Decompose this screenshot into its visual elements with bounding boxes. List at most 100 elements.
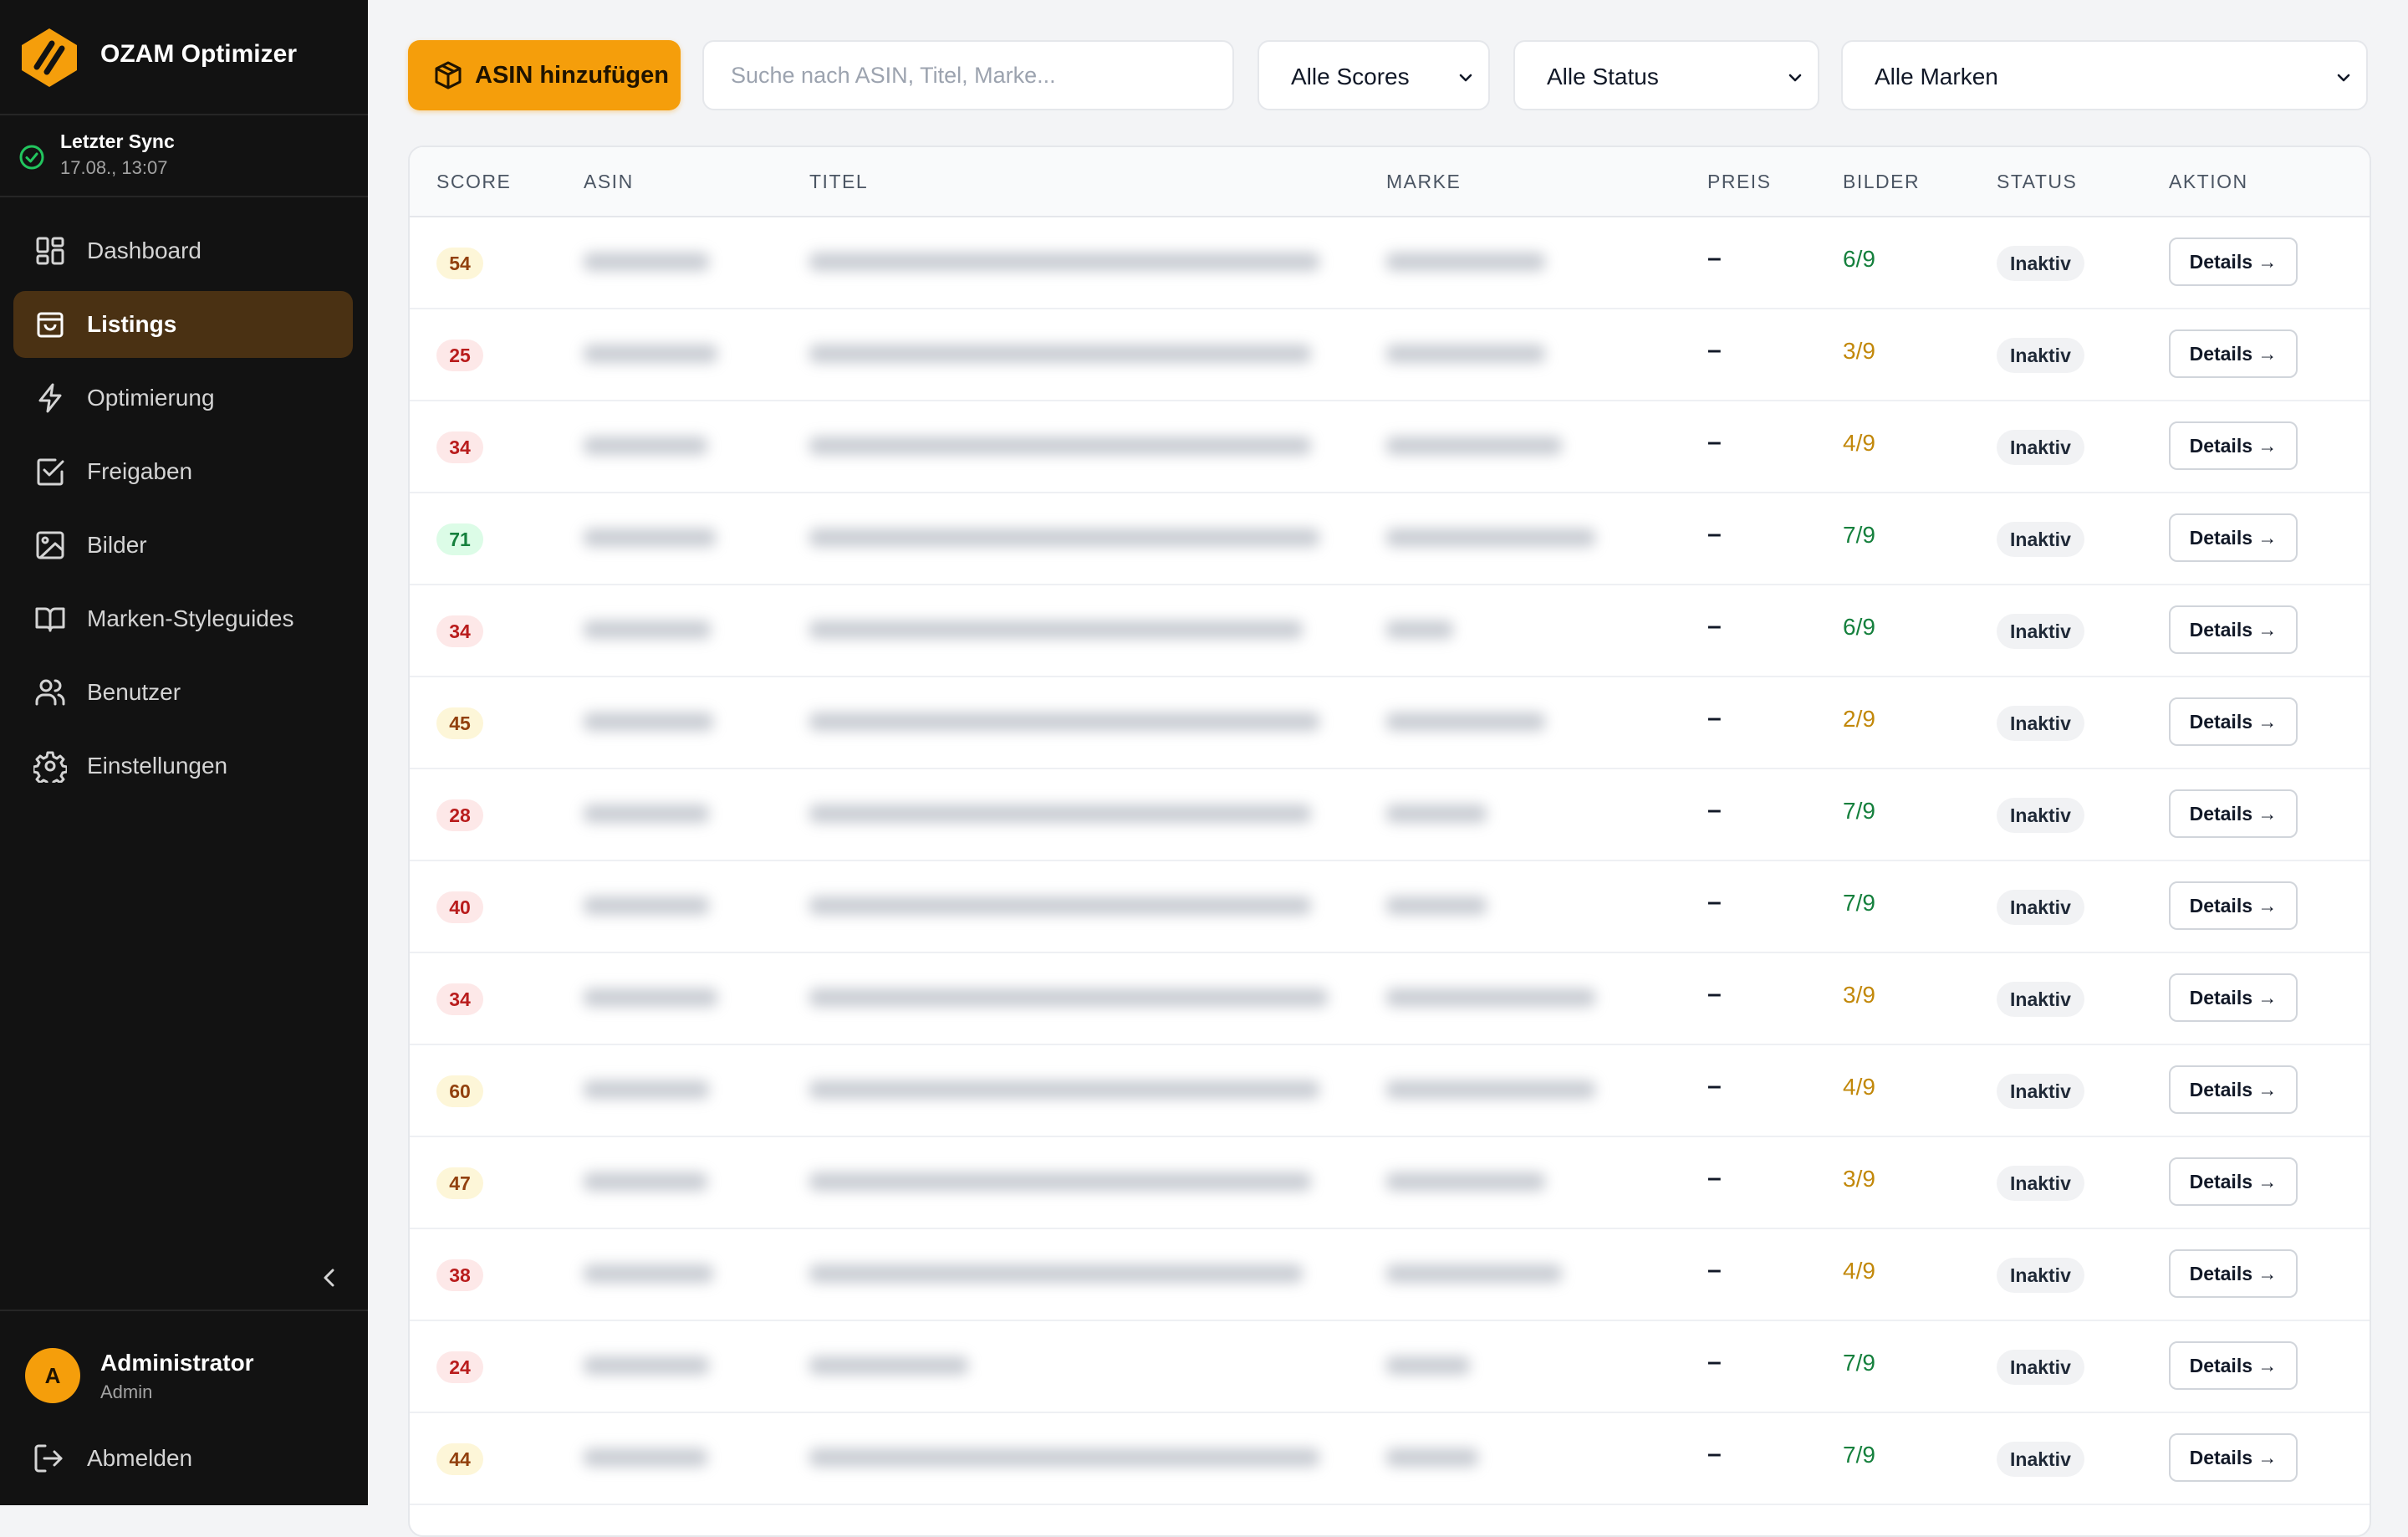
logout-label: Abmelden [87, 1445, 193, 1471]
brand-filter-select[interactable]: Alle Marken [1841, 40, 2368, 110]
nav-item-dashboard[interactable]: Dashboard [13, 217, 353, 284]
brand-redacted [1386, 896, 1487, 915]
status-badge: Inaktiv [1997, 522, 2084, 557]
sidebar: OZAM Optimizer Letzter Sync 17.08., 13:0… [0, 0, 368, 1505]
check-circle-icon [19, 145, 44, 170]
details-button[interactable]: Details → [2169, 1065, 2298, 1114]
column-header-status[interactable]: STATUS [1997, 171, 2077, 193]
nav-item-einstellungen[interactable]: Einstellungen [13, 733, 353, 799]
details-button[interactable]: Details → [2169, 697, 2298, 746]
details-button[interactable]: Details → [2169, 1433, 2298, 1482]
nav-label: Listings [87, 311, 177, 337]
score-badge: 60 [436, 1075, 483, 1107]
title-redacted [809, 712, 1319, 731]
table-row[interactable]: 34 – 6/9 Inaktiv Details → [410, 584, 2370, 677]
table-row[interactable]: 24 – 7/9 Inaktiv Details → [410, 1320, 2370, 1413]
table-row[interactable]: 54 – 6/9 Inaktiv Details → [410, 216, 2370, 309]
table-row[interactable]: 40 – 7/9 Inaktiv Details → [410, 860, 2370, 953]
asin-redacted [584, 529, 716, 547]
images-count: 4/9 [1843, 430, 1875, 456]
column-header-score[interactable]: SCORE [436, 171, 511, 193]
nav-label: Dashboard [87, 237, 202, 263]
score-badge: 38 [436, 1259, 483, 1291]
details-button[interactable]: Details → [2169, 789, 2298, 838]
details-button[interactable]: Details → [2169, 513, 2298, 562]
listings-table: SCORE ASIN TITEL MARKE PREIS BILDER STAT… [408, 146, 2371, 1537]
score-filter-select[interactable]: Alle Scores [1258, 40, 1490, 110]
table-row[interactable]: 71 – 7/9 Inaktiv Details → [410, 492, 2370, 585]
add-asin-button[interactable]: ASIN hinzufügen [408, 40, 681, 110]
images-count: 6/9 [1843, 246, 1875, 272]
details-button[interactable]: Details → [2169, 1249, 2298, 1298]
table-row[interactable]: 45 – 2/9 Inaktiv Details → [410, 676, 2370, 769]
nav-label: Einstellungen [87, 753, 228, 779]
user-panel: A Administrator Admin Abmelden [0, 1310, 368, 1507]
details-button[interactable]: Details → [2169, 329, 2298, 378]
table-row[interactable]: 47 – 3/9 Inaktiv Details → [410, 1136, 2370, 1229]
images-count: 3/9 [1843, 338, 1875, 364]
status-filter-value: Alle Status [1547, 64, 1659, 89]
score-badge: 40 [436, 891, 483, 923]
column-header-preis[interactable]: PREIS [1707, 171, 1772, 193]
brand-redacted [1386, 253, 1545, 271]
details-button[interactable]: Details → [2169, 421, 2298, 470]
title-redacted [809, 345, 1311, 363]
asin-redacted [584, 804, 709, 823]
price-value: – [1707, 428, 1722, 456]
details-button[interactable]: Details → [2169, 1157, 2298, 1206]
details-button[interactable]: Details → [2169, 973, 2298, 1022]
details-button[interactable]: Details → [2169, 605, 2298, 654]
table-row[interactable]: 25 – 3/9 Inaktiv Details → [410, 308, 2370, 401]
nav-item-bilder[interactable]: Bilder [13, 512, 353, 579]
nav-label: Bilder [87, 532, 147, 558]
price-value: – [1707, 1072, 1722, 1100]
nav-label: Optimierung [87, 385, 215, 411]
column-header-asin[interactable]: ASIN [584, 171, 634, 193]
nav-item-freigaben[interactable]: Freigaben [13, 438, 353, 505]
column-header-bilder[interactable]: BILDER [1843, 171, 1920, 193]
status-badge: Inaktiv [1997, 246, 2084, 281]
asin-redacted [584, 437, 707, 455]
images-count: 6/9 [1843, 614, 1875, 640]
table-row[interactable]: 34 – 4/9 Inaktiv Details → [410, 400, 2370, 493]
column-header-titel[interactable]: TITEL [809, 171, 868, 193]
logout-icon [34, 1444, 63, 1473]
nav-item-listings[interactable]: Listings [13, 291, 353, 358]
asin-redacted [584, 345, 717, 363]
nav-item-benutzer[interactable]: Benutzer [13, 659, 353, 726]
image-icon [36, 531, 64, 559]
chevron-down-icon [1459, 74, 1472, 82]
details-button[interactable]: Details → [2169, 881, 2298, 930]
brand-redacted [1386, 1080, 1595, 1099]
details-button[interactable]: Details → [2169, 1341, 2298, 1390]
nav-item-marken-styleguides[interactable]: Marken-Styleguides [13, 585, 353, 652]
price-value: – [1707, 612, 1722, 640]
main-nav: Dashboard Listings Optimierung Freigaben… [13, 217, 353, 806]
brand-redacted [1386, 529, 1595, 547]
package-plus-icon [435, 61, 462, 89]
sync-status: Letzter Sync 17.08., 13:07 [0, 114, 368, 197]
nav-item-optimierung[interactable]: Optimierung [13, 365, 353, 431]
collapse-sidebar-chevron-left-icon[interactable] [314, 1263, 344, 1293]
table-row[interactable]: 38 – 4/9 Inaktiv Details → [410, 1228, 2370, 1321]
search-input[interactable] [702, 40, 1234, 110]
status-badge: Inaktiv [1997, 614, 2084, 649]
check-square-icon [37, 458, 64, 486]
images-count: 7/9 [1843, 890, 1875, 916]
table-row[interactable]: 34 – 3/9 Inaktiv Details → [410, 952, 2370, 1045]
table-row[interactable]: 44 – 7/9 Inaktiv Details → [410, 1412, 2370, 1505]
title-redacted [809, 253, 1319, 271]
avatar[interactable]: A [25, 1348, 80, 1403]
user-name: Administrator [100, 1350, 254, 1376]
price-value: – [1707, 1256, 1722, 1284]
status-badge: Inaktiv [1997, 338, 2084, 373]
images-count: 3/9 [1843, 982, 1875, 1008]
table-row[interactable]: 28 – 7/9 Inaktiv Details → [410, 768, 2370, 861]
asin-redacted [584, 1080, 709, 1099]
details-button[interactable]: Details → [2169, 237, 2298, 286]
brand-redacted [1386, 437, 1562, 455]
table-row[interactable]: 60 – 4/9 Inaktiv Details → [410, 1044, 2370, 1137]
status-filter-select[interactable]: Alle Status [1513, 40, 1819, 110]
column-header-marke[interactable]: MARKE [1386, 171, 1461, 193]
price-value: – [1707, 1164, 1722, 1192]
